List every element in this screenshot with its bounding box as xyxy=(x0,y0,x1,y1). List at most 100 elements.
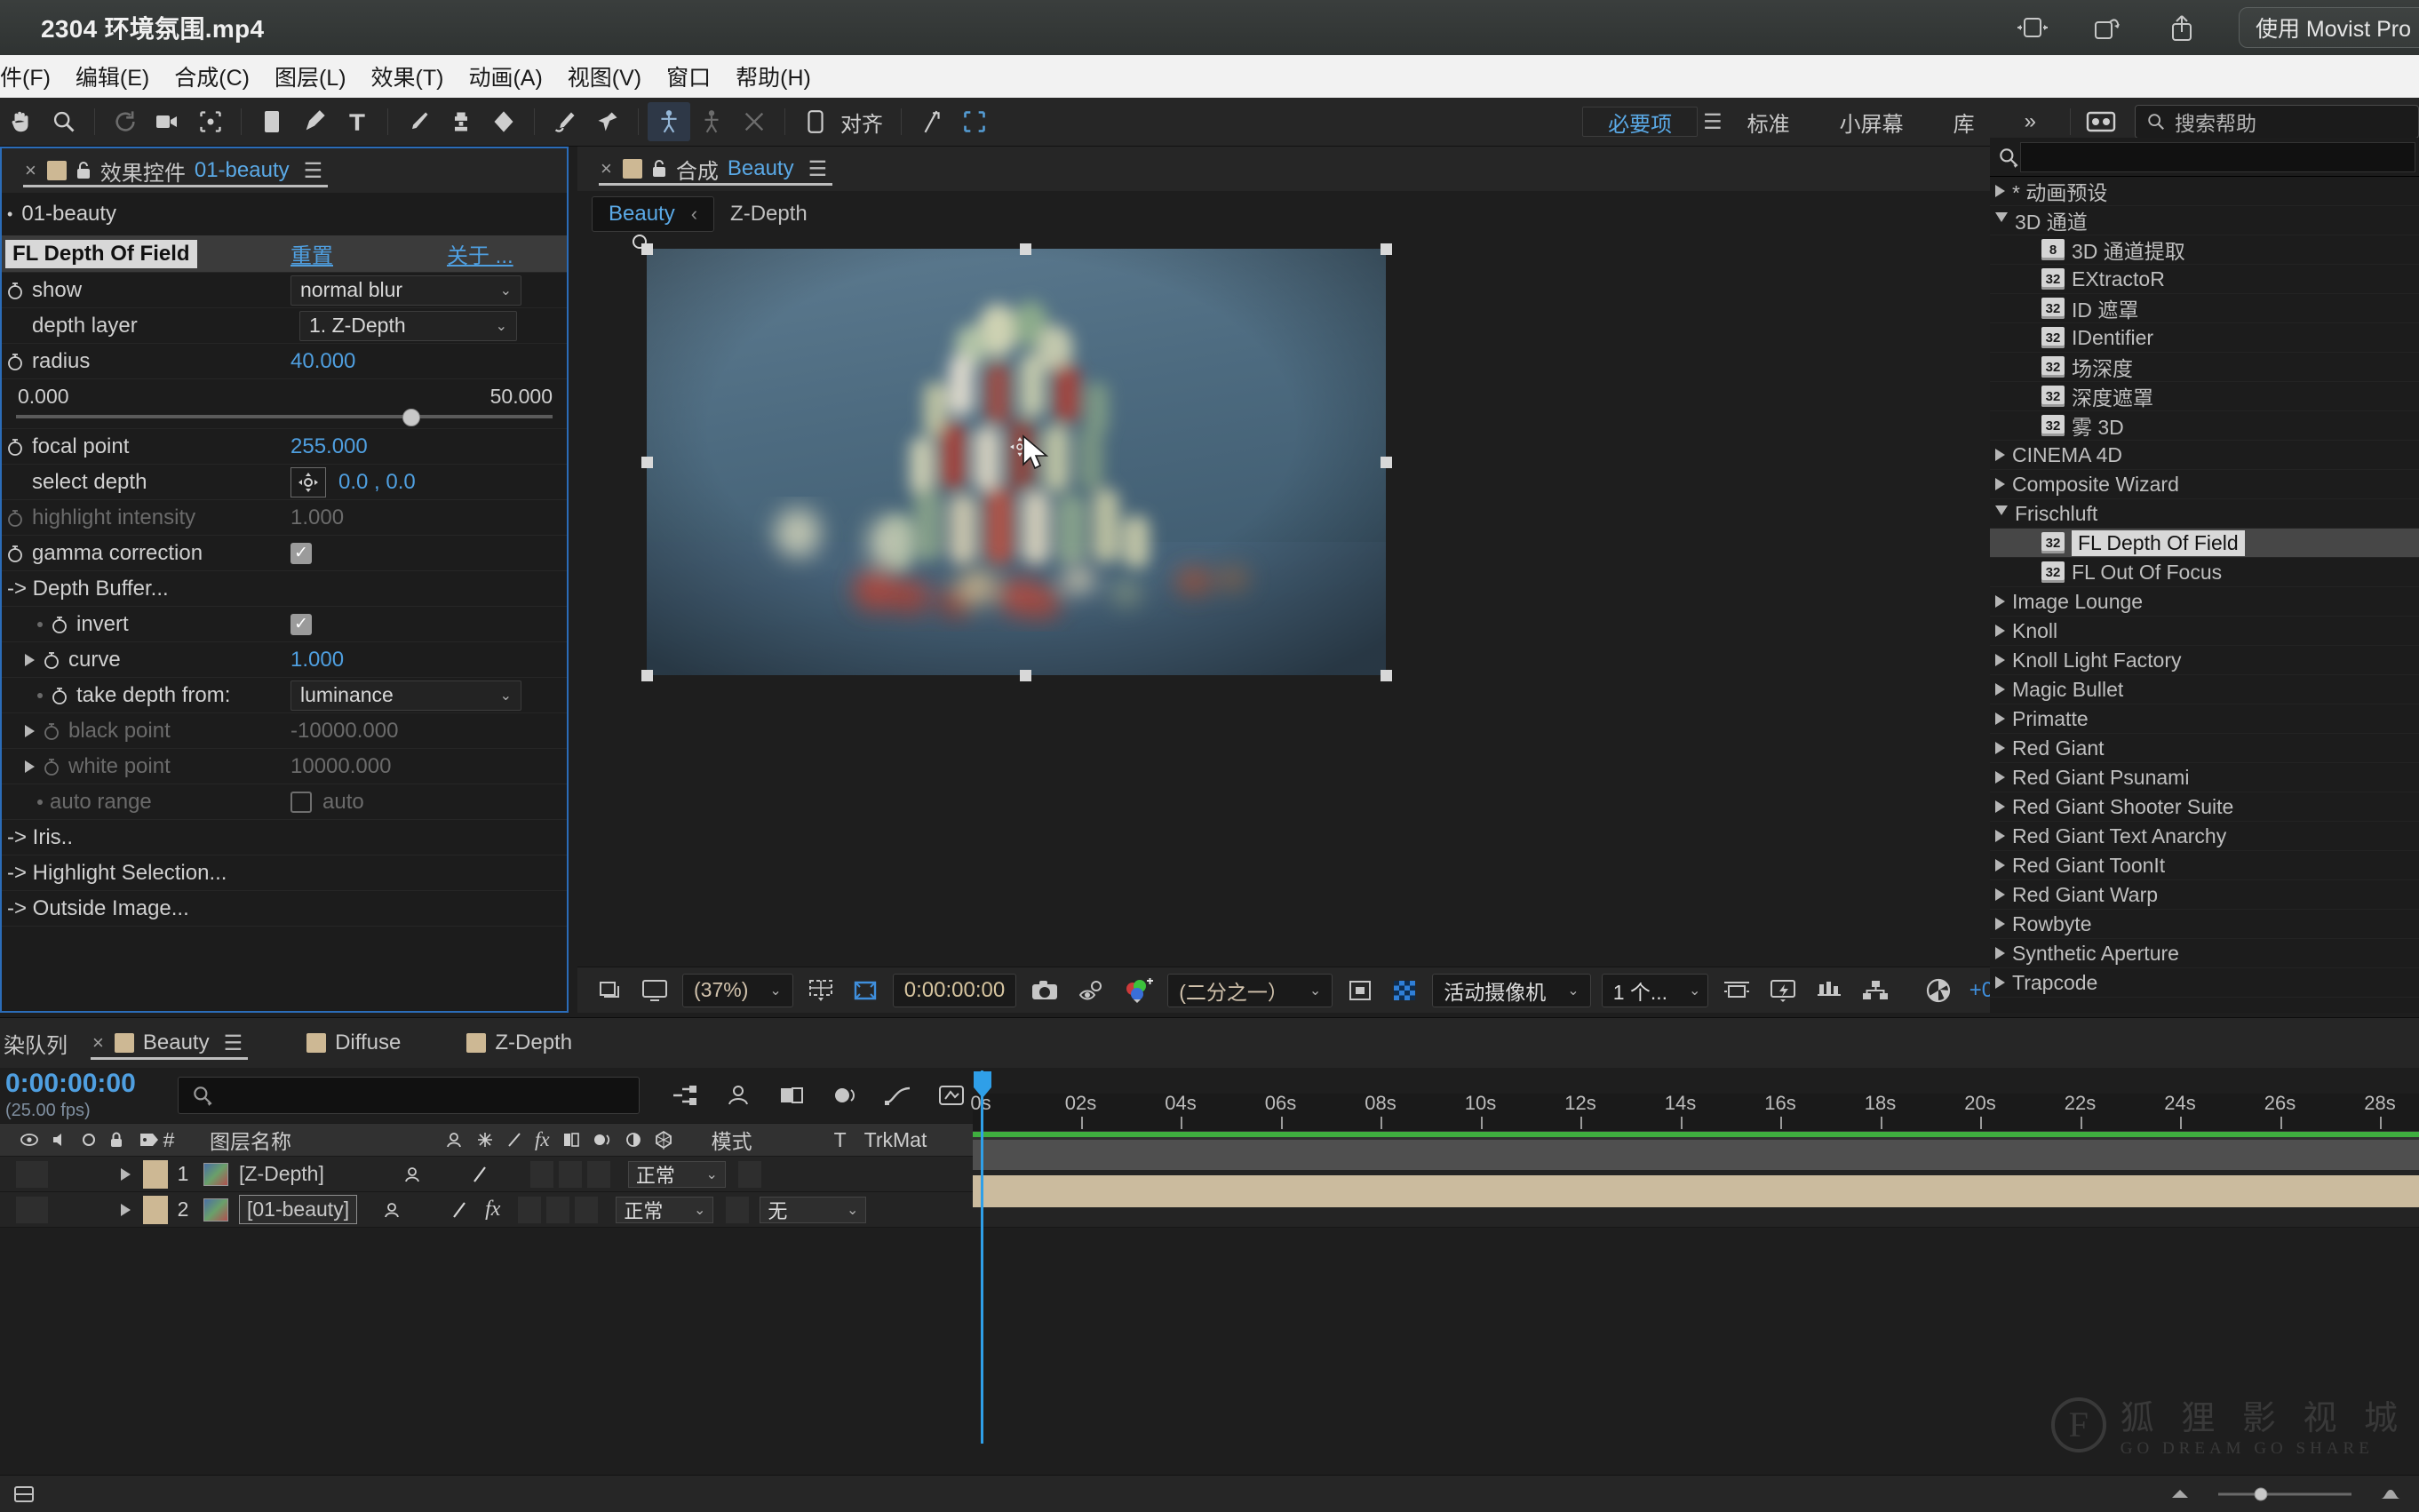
take-depth-from-dropdown[interactable]: luminance ⌄ xyxy=(290,680,521,711)
chevron-right-icon[interactable] xyxy=(1995,976,2005,989)
effects-list-item[interactable]: Synthetic Aperture xyxy=(1990,939,2419,968)
menu-item-view[interactable]: 视图(V) xyxy=(555,60,654,92)
show-snapshot-icon[interactable] xyxy=(1068,974,1114,1007)
roto-brush-icon[interactable] xyxy=(544,102,586,141)
chevron-down-icon[interactable] xyxy=(1995,505,2008,521)
property-row-show[interactable]: show normal blur ⌄ xyxy=(2,273,567,308)
always-preview-icon[interactable] xyxy=(590,974,633,1007)
property-row-select-depth[interactable]: select depth 0.0 , 0.0 xyxy=(2,465,567,500)
rotate-icon[interactable] xyxy=(2089,10,2125,45)
view-tab-caret-icon[interactable]: ‹ xyxy=(691,203,697,226)
expand-triangle-icon[interactable] xyxy=(121,1203,131,1216)
selection-handle-mr[interactable] xyxy=(1381,457,1392,468)
chevron-right-icon[interactable] xyxy=(1995,683,2005,696)
panel-menu-icon[interactable]: ☰ xyxy=(224,1031,243,1056)
chevron-right-icon[interactable] xyxy=(1995,654,2005,666)
composition-stage[interactable] xyxy=(577,235,1990,939)
chevron-right-icon[interactable] xyxy=(1995,449,2005,461)
effects-list-item[interactable]: 32 场深度 xyxy=(1990,353,2419,382)
current-time-field[interactable]: 0:00:00:00 xyxy=(892,973,1017,1007)
property-group-depth-buffer[interactable]: -> Depth Buffer... xyxy=(2,571,567,607)
zoom-slider[interactable] xyxy=(2218,1485,2351,1503)
effects-list-item[interactable]: Frischluft xyxy=(1990,499,2419,529)
render-queue-tab[interactable]: 染队列 xyxy=(0,1028,82,1059)
visibility-toggle[interactable] xyxy=(16,1160,48,1188)
auto-range-checkbox[interactable] xyxy=(290,791,312,813)
pen-icon[interactable] xyxy=(293,102,336,141)
menu-item-window[interactable]: 窗口 xyxy=(654,60,723,92)
three-d-layer-icon[interactable] xyxy=(655,1130,672,1150)
stopwatch-icon[interactable] xyxy=(50,615,69,634)
stopwatch-icon[interactable] xyxy=(5,437,25,457)
stopwatch-icon[interactable] xyxy=(5,281,25,300)
label-color-icon[interactable] xyxy=(139,1130,160,1150)
expand-triangle-icon[interactable] xyxy=(25,653,35,666)
puppet-starch-icon[interactable] xyxy=(690,102,733,141)
chevron-right-icon[interactable] xyxy=(1995,888,2005,901)
workspace-standard[interactable]: 标准 xyxy=(1723,107,1815,138)
tab-composition[interactable]: × 合成 Beauty ☰ xyxy=(590,147,838,191)
property-group-outside-image[interactable]: -> Outside Image... xyxy=(2,891,567,927)
menu-item-layer[interactable]: 图层(L) xyxy=(262,60,359,92)
zoom-in-icon[interactable] xyxy=(2378,1485,2403,1503)
stopwatch-icon[interactable] xyxy=(5,352,25,371)
visibility-toggle[interactable] xyxy=(16,1196,48,1223)
exposure-icon[interactable] xyxy=(1916,974,1961,1007)
anchor-point-icon[interactable] xyxy=(189,102,232,141)
close-icon[interactable]: × xyxy=(601,157,612,180)
timeline-search-input[interactable] xyxy=(178,1077,640,1114)
quality-icon[interactable] xyxy=(472,1165,488,1184)
eraser-icon[interactable] xyxy=(482,102,525,141)
current-time-indicator[interactable] xyxy=(973,1070,992,1106)
effects-icon[interactable]: fx xyxy=(535,1128,550,1151)
chevron-right-icon[interactable] xyxy=(1995,771,2005,784)
stopwatch-icon[interactable] xyxy=(50,686,69,705)
stopwatch-icon[interactable] xyxy=(5,544,25,563)
composition-mini-flowchart-icon[interactable] xyxy=(670,1083,700,1108)
timeline-tab-diffuse[interactable]: Diffuse xyxy=(296,1021,411,1065)
effects-list-item[interactable]: Composite Wizard xyxy=(1990,470,2419,499)
menu-item-help[interactable]: 帮助(H) xyxy=(723,60,824,92)
close-icon[interactable]: × xyxy=(25,159,36,182)
hand-icon[interactable] xyxy=(0,102,43,141)
property-group-iris[interactable]: -> Iris.. xyxy=(2,820,567,855)
timeline-timecode[interactable]: 0:00:00:00 (25.00 fps) xyxy=(0,1070,169,1121)
pixel-aspect-icon[interactable] xyxy=(1714,974,1760,1007)
collapse-transform-icon[interactable] xyxy=(476,1131,494,1149)
focal-point-value[interactable]: 255.000 xyxy=(290,434,368,459)
selection-handle-br[interactable] xyxy=(1381,670,1392,681)
enable-frame-blending-icon[interactable] xyxy=(776,1083,807,1108)
frame-blend-icon[interactable] xyxy=(562,1131,580,1149)
effects-search-row[interactable] xyxy=(1990,138,2419,177)
property-row-radius[interactable]: radius 40.000 xyxy=(2,344,567,379)
hide-shy-layers-icon[interactable] xyxy=(723,1083,753,1108)
snap-icon[interactable] xyxy=(794,102,837,141)
search-icon[interactable] xyxy=(1997,146,2020,169)
effects-list-item[interactable]: 32 深度遮罩 xyxy=(1990,382,2419,411)
channel-icon[interactable] xyxy=(1114,974,1162,1007)
timeline-tab-zdepth[interactable]: Z-Depth xyxy=(456,1021,583,1065)
property-row-take-depth-from[interactable]: take depth from: luminance ⌄ xyxy=(2,678,567,713)
switch-cell[interactable] xyxy=(546,1196,570,1223)
region-select-icon[interactable] xyxy=(953,102,996,141)
workspace-more-button[interactable]: » xyxy=(2000,109,2061,134)
reset-button[interactable]: 重置 xyxy=(290,238,333,269)
effects-list-item[interactable]: Magic Bullet xyxy=(1990,675,2419,704)
column-index[interactable]: # xyxy=(160,1128,178,1152)
zoom-level-dropdown[interactable]: (37%) ⌄ xyxy=(682,973,793,1007)
expand-triangle-icon[interactable] xyxy=(121,1167,131,1181)
effects-list-item[interactable]: Red Giant xyxy=(1990,734,2419,763)
pip-icon[interactable] xyxy=(2015,10,2050,45)
monitor-icon[interactable] xyxy=(633,974,677,1007)
property-row-focal-point[interactable]: focal point 255.000 xyxy=(2,429,567,465)
trkmat-toggle[interactable] xyxy=(737,1160,761,1188)
effects-list-item[interactable]: Rowbyte xyxy=(1990,910,2419,939)
effects-list-item[interactable]: 32 IDentifier xyxy=(1990,323,2419,353)
effects-list-item[interactable]: 8 3D 通道提取 xyxy=(1990,235,2419,265)
close-icon[interactable]: × xyxy=(92,1031,104,1054)
chevron-down-icon[interactable] xyxy=(1995,212,2008,228)
toggle-switches-modes-icon[interactable] xyxy=(12,1484,36,1505)
brush-icon[interactable] xyxy=(397,102,440,141)
curve-value[interactable]: 1.000 xyxy=(290,648,344,672)
depth-layer-dropdown[interactable]: 1. Z-Depth ⌄ xyxy=(299,310,517,341)
